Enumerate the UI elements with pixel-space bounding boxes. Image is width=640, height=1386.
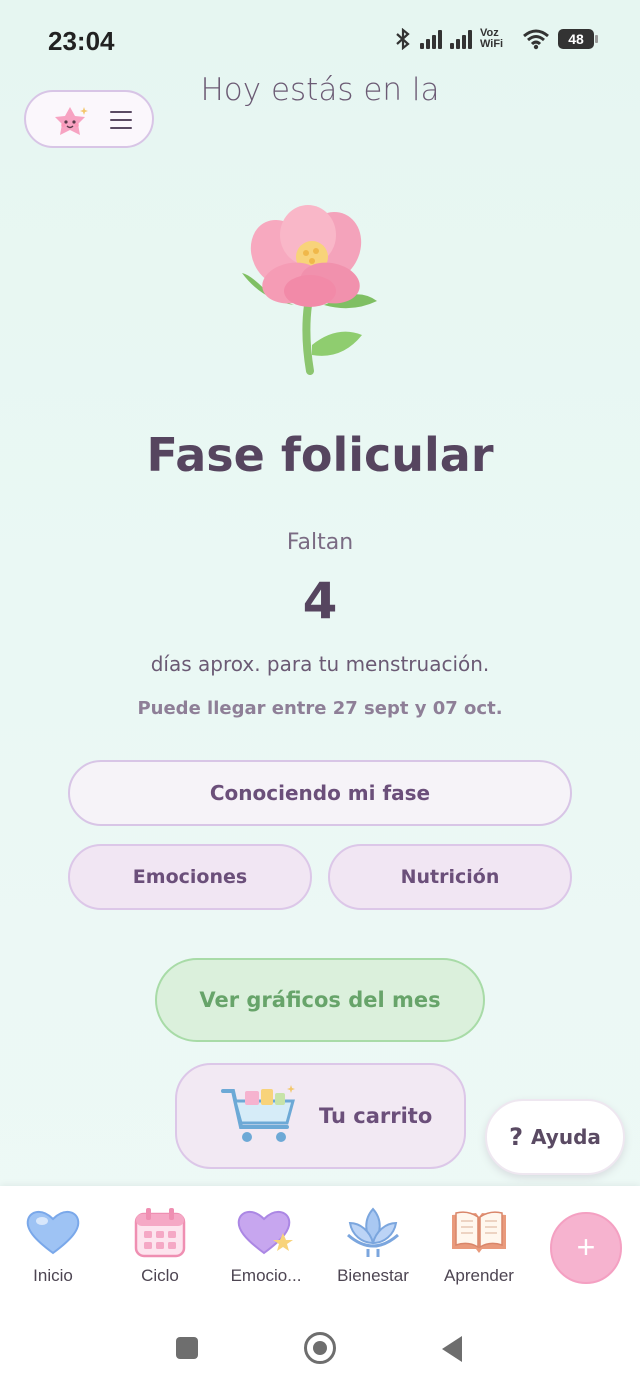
vowifi-label: Voz WiFi [480, 27, 504, 50]
star-heart-icon [237, 1211, 293, 1255]
help-icon: ? [509, 1123, 524, 1151]
countdown-label: Faltan [286, 530, 354, 555]
flower-illustration [242, 205, 377, 375]
wifi-icon [523, 29, 549, 50]
nav-item-emociones[interactable]: Emocio... [216, 1202, 316, 1286]
period-range: Puede llegar entre 27 sept y 07 oct. [137, 698, 503, 719]
days-description: días aprox. para tu menstruación. [150, 652, 490, 676]
nav-label-emociones: Emocio... [230, 1266, 302, 1285]
days-count: 4 [302, 572, 338, 630]
monthly-charts-button[interactable]: Ver gráficos del mes [155, 958, 485, 1042]
nav-item-ciclo[interactable]: Ciclo [110, 1202, 210, 1286]
emotions-button[interactable]: Emociones [68, 844, 312, 910]
lotus-icon [347, 1207, 399, 1257]
recent-apps-icon[interactable] [176, 1337, 198, 1359]
nav-label-inicio: Inicio [33, 1266, 73, 1285]
mascot-icon [55, 107, 88, 135]
hamburger-icon [110, 111, 132, 135]
status-bar: 23:04 Voz WiFi 48 [0, 0, 640, 80]
add-button[interactable]: + [550, 1212, 622, 1284]
back-icon[interactable] [442, 1336, 462, 1362]
bottom-navigation: Inicio Ciclo Emocio... Bienestar Aprende… [0, 1186, 640, 1310]
cart-label: Tu carrito [319, 1104, 433, 1128]
nav-item-inicio[interactable]: Inicio [3, 1202, 103, 1286]
signal-icon-2 [450, 29, 472, 49]
phase-title: Fase folicular [146, 428, 494, 482]
home-icon[interactable] [304, 1332, 336, 1364]
cart-button[interactable]: Tu carrito [175, 1063, 466, 1169]
nav-label-ciclo: Ciclo [141, 1266, 179, 1285]
nutrition-button[interactable]: Nutrición [328, 844, 572, 910]
calendar-icon [134, 1208, 186, 1258]
bluetooth-icon [396, 28, 410, 50]
phase-info-button[interactable]: Conociendo mi fase [68, 760, 572, 826]
battery-indicator: 48 [558, 29, 598, 49]
status-time: 23:04 [48, 26, 115, 56]
nav-item-bienestar[interactable]: Bienestar [323, 1202, 423, 1286]
nav-label-aprender: Aprender [444, 1266, 514, 1285]
help-button[interactable]: ? Ayuda [485, 1099, 625, 1175]
shopping-cart-icon [221, 1085, 295, 1142]
nav-item-aprender[interactable]: Aprender [429, 1202, 529, 1286]
book-icon [452, 1211, 506, 1253]
status-icons: Voz WiFi 48 [394, 27, 598, 50]
heart-icon [26, 1211, 80, 1255]
menu-button[interactable] [24, 90, 154, 148]
signal-icon [420, 29, 442, 49]
help-label: Ayuda [531, 1125, 601, 1149]
nav-label-bienestar: Bienestar [337, 1266, 409, 1285]
system-navigation-bar [0, 1310, 640, 1386]
